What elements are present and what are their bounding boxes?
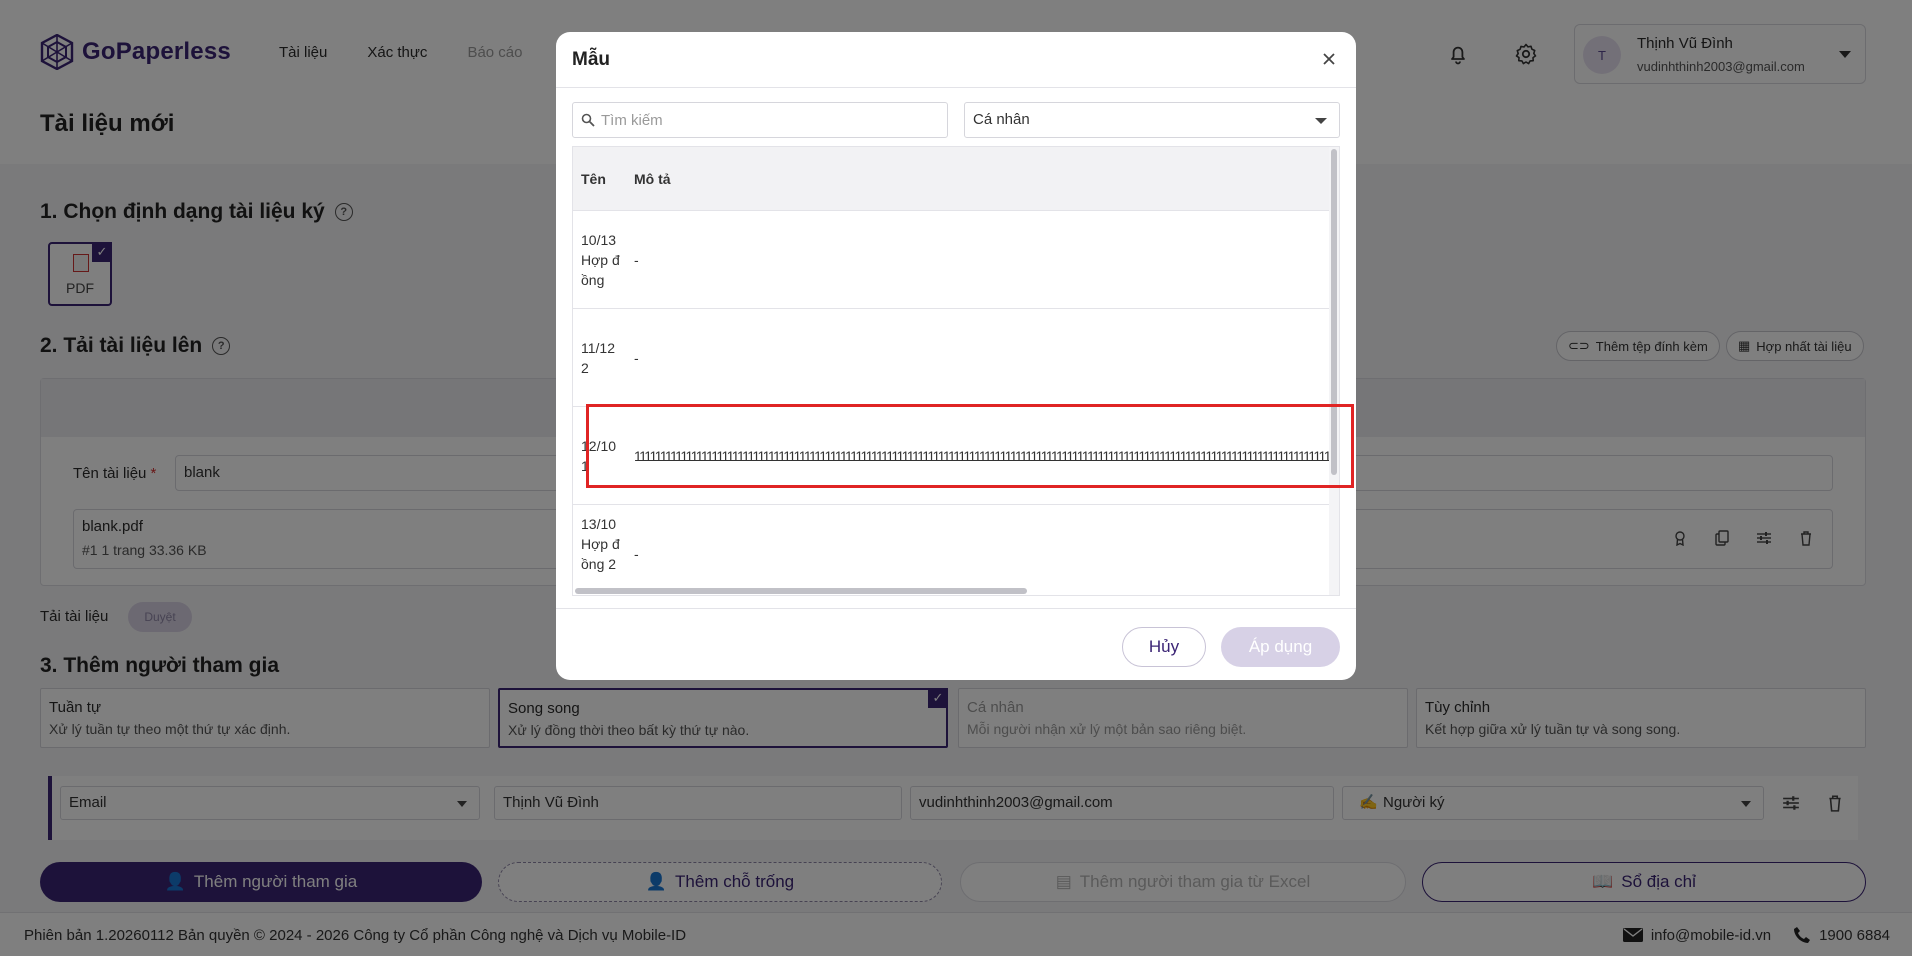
search-icon	[581, 113, 595, 127]
modal-footer: Hủy Áp dụng	[556, 608, 1356, 680]
close-icon[interactable]	[1318, 48, 1340, 70]
scope-value: Cá nhân	[973, 111, 1030, 128]
chevron-down-icon	[1315, 118, 1327, 124]
table-header: Tên Mô tả	[573, 147, 1331, 211]
scope-select[interactable]: Cá nhân	[964, 102, 1340, 138]
cell-description: -	[634, 350, 639, 366]
modal-header: Mẫu	[556, 32, 1356, 88]
search-input[interactable]	[601, 103, 941, 137]
table-row[interactable]: 10/13 Hợp đồng -	[573, 212, 1331, 309]
cell-name: 10/13 Hợp đồng	[581, 232, 620, 288]
vertical-scrollbar[interactable]	[1329, 147, 1339, 595]
cell-description: -	[634, 252, 639, 268]
cell-name: 13/10 Hợp đồng 2	[581, 516, 620, 572]
table-row[interactable]: 11/12 2 -	[573, 310, 1331, 407]
template-table: Tên Mô tả 10/13 Hợp đồng - 11/12 2 - 12/…	[572, 146, 1340, 596]
modal-title: Mẫu	[572, 49, 610, 70]
template-modal: Mẫu Cá nhân Tên Mô tả 10/13 Hợp đồng - 1…	[556, 32, 1356, 680]
cell-description: -	[634, 546, 639, 562]
column-header-name[interactable]: Tên	[581, 171, 606, 187]
cell-name: 11/12 2	[581, 340, 615, 376]
horizontal-scrollbar-thumb[interactable]	[575, 588, 1027, 594]
table-row[interactable]: 13/10 Hợp đồng 2 -	[573, 506, 1331, 595]
apply-button[interactable]: Áp dụng	[1221, 627, 1340, 667]
cancel-button[interactable]: Hủy	[1122, 627, 1206, 667]
search-field[interactable]	[572, 102, 948, 138]
highlight-annotation	[586, 404, 1354, 488]
column-header-description[interactable]: Mô tả	[634, 171, 671, 187]
